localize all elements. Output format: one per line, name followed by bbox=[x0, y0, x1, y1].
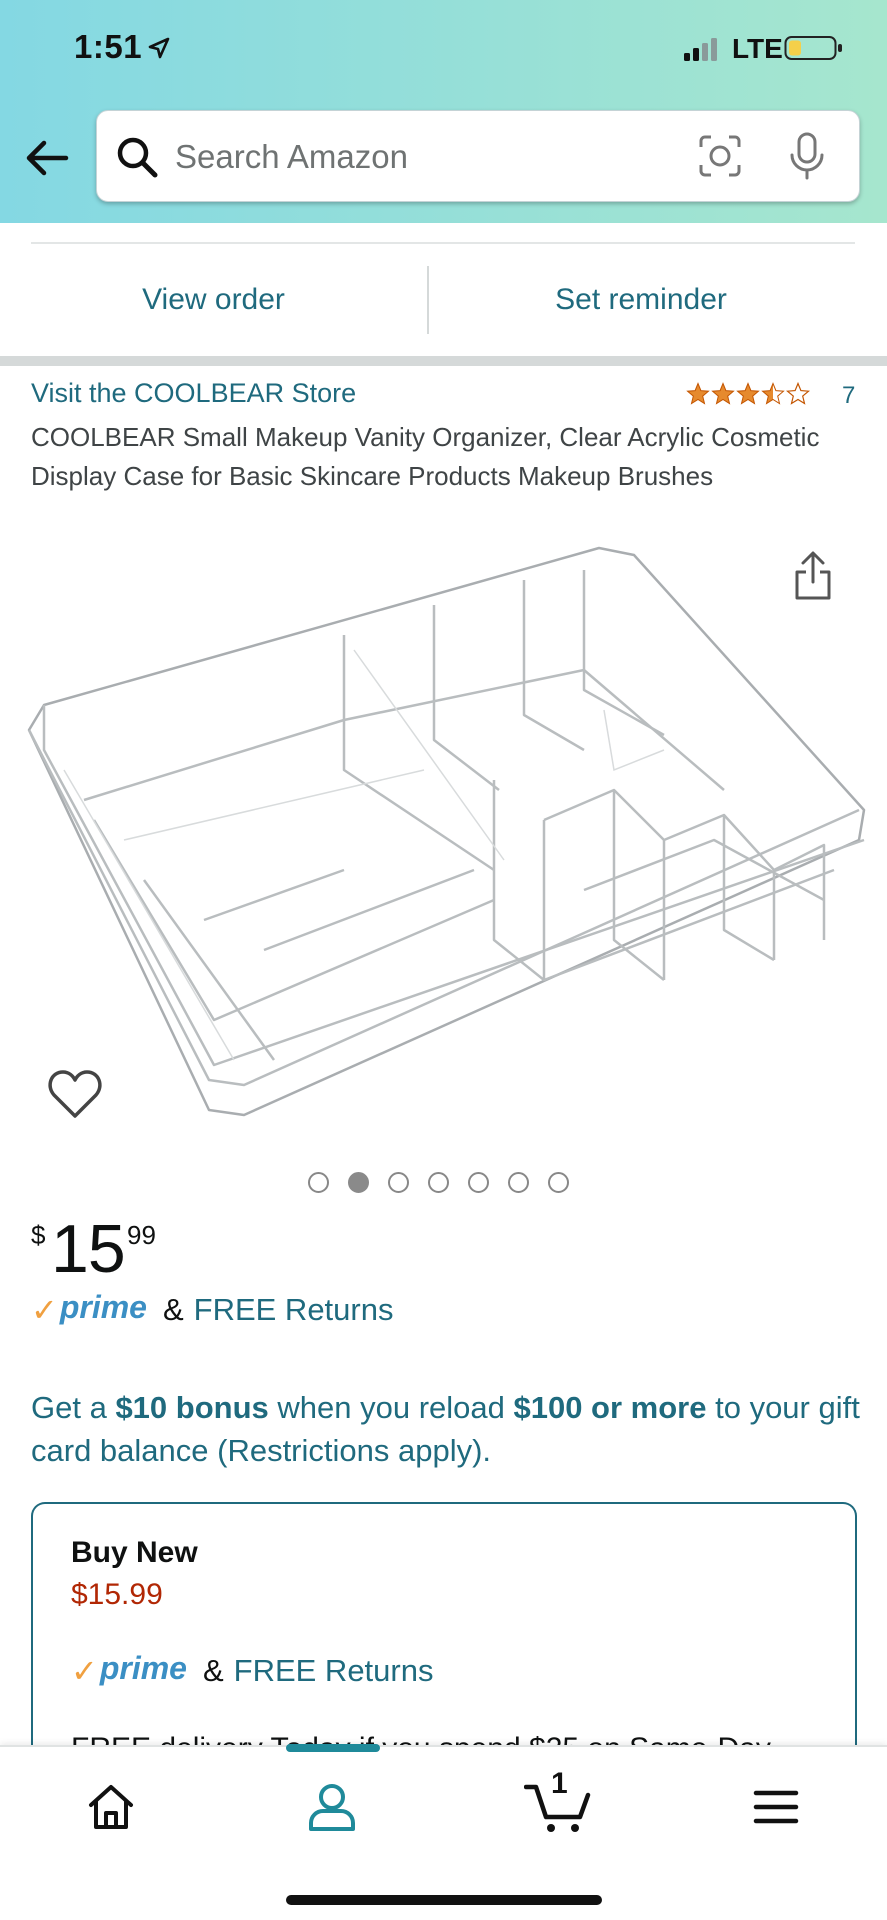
product-image[interactable] bbox=[24, 540, 866, 1120]
bonus-text: when you reload bbox=[268, 1390, 514, 1425]
set-reminder-button[interactable]: Set reminder bbox=[429, 262, 853, 338]
store-link[interactable]: Visit the COOLBEAR Store bbox=[31, 378, 356, 409]
carousel-dot[interactable] bbox=[308, 1172, 329, 1193]
buy-new-title: Buy New bbox=[71, 1536, 198, 1569]
bonus-threshold: $100 or more bbox=[513, 1390, 707, 1425]
ampersand: & bbox=[202, 1653, 224, 1688]
free-returns-link[interactable]: FREE Returns bbox=[234, 1653, 434, 1689]
network-type: LTE bbox=[732, 33, 783, 64]
search-input[interactable] bbox=[175, 131, 675, 183]
carousel-dot[interactable] bbox=[468, 1172, 489, 1193]
price-fraction: 99 bbox=[127, 1220, 156, 1250]
prime-badge-row: ✓ prime & FREE Returns bbox=[71, 1649, 434, 1690]
prime-logo: prime bbox=[59, 1288, 147, 1325]
ampersand: & bbox=[162, 1292, 184, 1327]
gift-card-bonus-link[interactable]: Get a $10 bonus when you reload $100 or … bbox=[31, 1386, 861, 1472]
location-arrow-icon bbox=[148, 37, 170, 59]
signal-icon bbox=[684, 38, 717, 61]
product-title: COOLBEAR Small Makeup Vanity Organizer, … bbox=[31, 422, 820, 491]
battery-icon bbox=[784, 36, 842, 60]
menu-icon[interactable] bbox=[746, 1777, 806, 1837]
carousel-dot[interactable] bbox=[388, 1172, 409, 1193]
search-bar[interactable] bbox=[96, 110, 860, 202]
bonus-text: Get a bbox=[31, 1390, 116, 1425]
status-time: 1:51 bbox=[74, 28, 143, 65]
buy-new-price: $15.99 bbox=[71, 1578, 163, 1611]
prime-badge-row: ✓ prime & FREE Returns bbox=[31, 1288, 394, 1330]
section-separator bbox=[0, 356, 887, 366]
prime-check-icon: ✓ bbox=[71, 1653, 98, 1689]
back-arrow-icon[interactable] bbox=[24, 138, 70, 178]
prime-logo: prime bbox=[99, 1649, 187, 1686]
divider bbox=[31, 242, 855, 244]
active-tab-indicator bbox=[286, 1744, 380, 1752]
carousel-dot[interactable] bbox=[428, 1172, 449, 1193]
home-indicator bbox=[286, 1895, 602, 1905]
microphone-icon[interactable] bbox=[787, 131, 827, 181]
price-currency: $ bbox=[31, 1220, 46, 1250]
order-actions: View order Set reminder bbox=[0, 262, 887, 338]
prime-check-icon: ✓ bbox=[31, 1292, 58, 1328]
bonus-amount: $10 bonus bbox=[115, 1390, 269, 1425]
carousel-dot[interactable] bbox=[508, 1172, 529, 1193]
buy-box: Buy New $15.99 ✓ prime & FREE Returns FR… bbox=[31, 1502, 857, 1765]
rating-count[interactable]: 7 bbox=[842, 382, 855, 410]
search-icon bbox=[117, 137, 158, 178]
image-carousel-dots[interactable] bbox=[308, 1172, 569, 1194]
bottom-nav: 1 bbox=[0, 1744, 887, 1920]
header-area: 1:51 LTE bbox=[0, 0, 887, 223]
carousel-dot-active[interactable] bbox=[348, 1172, 369, 1193]
home-icon[interactable] bbox=[81, 1777, 141, 1837]
price-whole: 15 bbox=[51, 1211, 126, 1287]
share-icon[interactable] bbox=[793, 550, 833, 602]
camera-scan-icon[interactable] bbox=[697, 133, 743, 179]
carousel-dot[interactable] bbox=[548, 1172, 569, 1193]
cart-count-badge: 1 bbox=[551, 1767, 568, 1800]
cart-button[interactable]: 1 bbox=[524, 1767, 592, 1837]
star-rating[interactable] bbox=[686, 380, 814, 408]
account-icon[interactable] bbox=[302, 1777, 362, 1837]
wishlist-heart-icon[interactable] bbox=[47, 1068, 103, 1120]
free-returns-link[interactable]: FREE Returns bbox=[194, 1292, 394, 1328]
view-order-button[interactable]: View order bbox=[0, 262, 427, 338]
